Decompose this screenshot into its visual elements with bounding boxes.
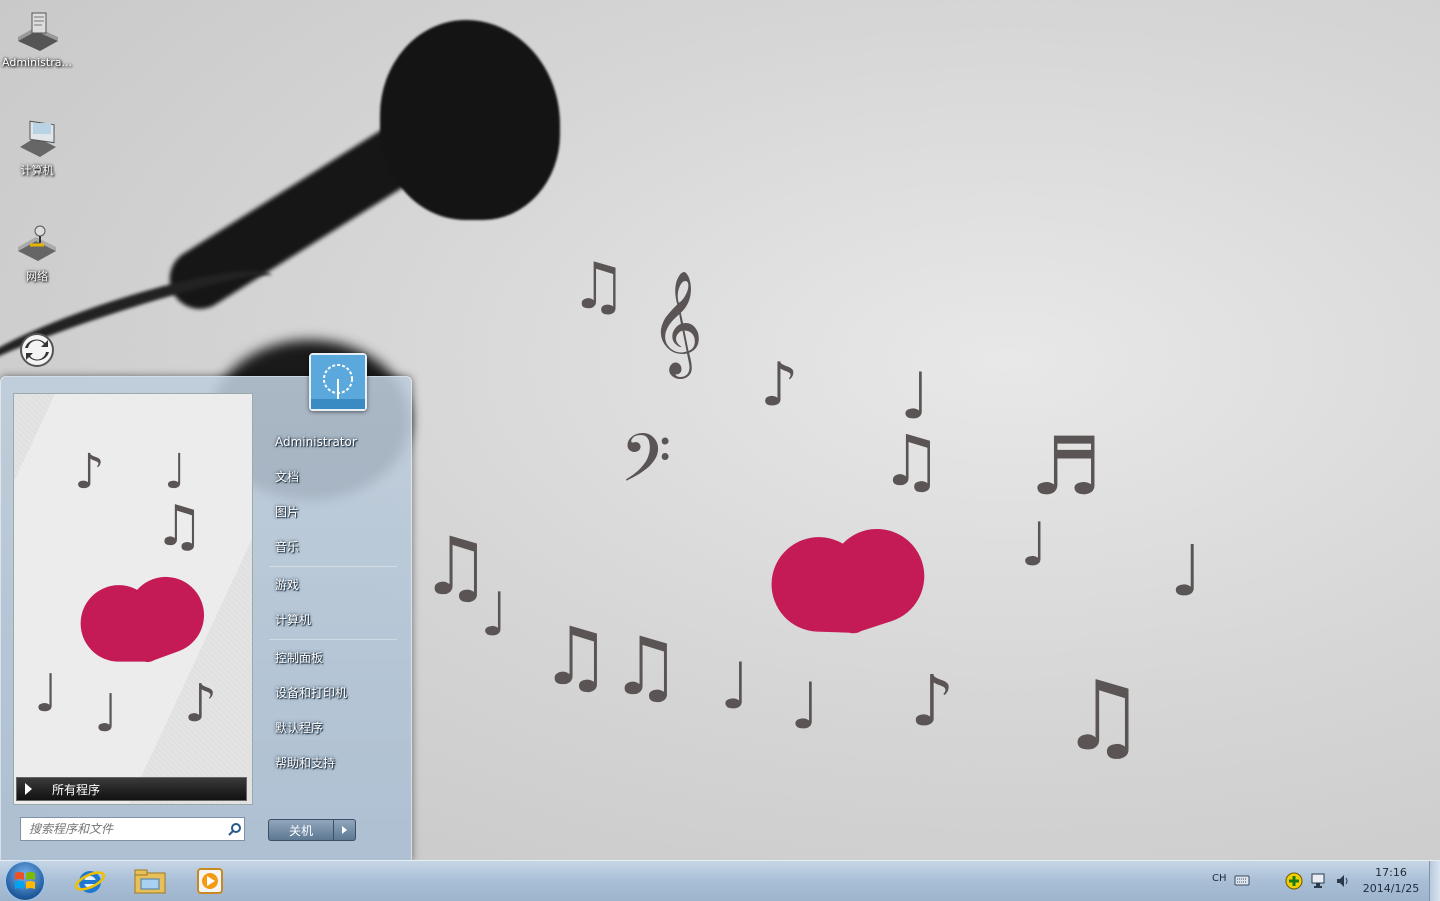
programs-pane-note: ♫	[154, 494, 205, 559]
start-menu: ♪ ♩ ♫ ♩ ♩ ♪ 所有程序 Administrator 文档 图片 音乐 …	[0, 353, 412, 861]
computer-icon	[13, 116, 61, 160]
start-item-default-programs[interactable]: 默认程序	[263, 711, 403, 746]
wallpaper-note: ♩	[720, 650, 751, 724]
arrow-right-icon	[25, 783, 32, 795]
wallpaper-note: ♪	[760, 350, 799, 420]
search-input[interactable]	[21, 821, 226, 837]
windows-logo-icon	[15, 872, 35, 889]
desktop-icon-label: 计算机	[20, 164, 54, 177]
wallpaper-note: ♫	[570, 250, 628, 324]
language-indicator[interactable]: CH	[1212, 873, 1227, 884]
sync-icon	[13, 328, 61, 372]
clock-date: 2014/1/25	[1362, 882, 1420, 895]
start-item-music[interactable]: 音乐	[263, 530, 403, 565]
start-menu-places: Administrator 文档 图片 音乐 游戏 计算机 控制面板 设备和打印…	[263, 425, 403, 781]
chevron-right-icon	[342, 826, 347, 834]
wallpaper-note: ♫	[880, 420, 943, 502]
network-icon	[13, 222, 61, 266]
programs-pane-note: ♩	[34, 664, 59, 724]
start-search-box[interactable]	[20, 817, 245, 841]
volume-icon[interactable]	[1335, 872, 1351, 894]
keyboard-icon[interactable]	[1234, 872, 1250, 891]
wallpaper-note: ♫	[610, 620, 682, 713]
wallpaper-note: ♩	[1170, 530, 1204, 612]
all-programs-button[interactable]: 所有程序	[16, 777, 247, 801]
wallpaper-note: ♫	[540, 610, 612, 703]
search-icon[interactable]	[226, 820, 244, 838]
wallpaper-note: ♩	[1020, 510, 1049, 580]
divider	[269, 566, 397, 567]
start-item-computer[interactable]: 计算机	[263, 603, 403, 638]
wallpaper-note: ♫	[1060, 660, 1147, 772]
show-desktop-button[interactable]	[1429, 861, 1440, 901]
user-picture-icon	[311, 355, 365, 409]
taskbar-explorer-button[interactable]	[124, 864, 176, 898]
start-item-help-support[interactable]: 帮助和支持	[263, 746, 403, 781]
start-item-documents[interactable]: 文档	[263, 460, 403, 495]
programs-pane-note: ♩	[164, 444, 187, 500]
clock-time: 17:16	[1375, 866, 1407, 879]
user-folder-icon	[13, 10, 61, 54]
security-shield-icon[interactable]	[1285, 872, 1303, 894]
start-item-control-panel[interactable]: 控制面板	[263, 641, 403, 676]
desktop-icon-administrator[interactable]: Administra...	[2, 10, 72, 69]
start-item-devices-printers[interactable]: 设备和打印机	[263, 676, 403, 711]
wallpaper-note: ♬	[1030, 420, 1102, 513]
shutdown-button[interactable]: 关机	[268, 819, 334, 841]
desktop-icon-label: 网络	[26, 270, 48, 283]
media-player-icon	[197, 868, 223, 894]
desktop-icon-label: Administra...	[2, 56, 72, 69]
wallpaper-note: ♩	[480, 580, 509, 650]
wallpaper-note: ♩	[790, 670, 821, 744]
programs-pane-note: ♪	[74, 444, 105, 500]
desktop-icon-computer[interactable]: 计算机	[2, 116, 72, 178]
network-status-icon[interactable]	[1310, 872, 1328, 894]
start-item-user[interactable]: Administrator	[263, 425, 403, 460]
start-item-pictures[interactable]: 图片	[263, 495, 403, 530]
start-item-games[interactable]: 游戏	[263, 568, 403, 603]
taskbar-clock[interactable]: 17:16 2014/1/25	[1356, 865, 1426, 897]
wallpaper-note: ♪	[910, 660, 955, 742]
programs-pane-note: ♩	[94, 684, 119, 744]
wallpaper-treble-clef: 𝄞	[650, 270, 704, 375]
divider	[269, 639, 397, 640]
desktop-icon-sync[interactable]	[2, 328, 72, 374]
programs-pane-note: ♪	[184, 674, 218, 734]
taskbar-ie-button[interactable]	[64, 864, 116, 898]
taskbar: CH 17:16 2014/1/25	[0, 860, 1440, 901]
programs-pane-heart-image	[75, 570, 214, 667]
file-explorer-icon	[134, 869, 166, 894]
wallpaper-bass-clef: 𝄢	[620, 420, 672, 513]
user-picture[interactable]	[309, 353, 367, 411]
start-menu-programs-pane: ♪ ♩ ♫ ♩ ♩ ♪	[13, 393, 253, 805]
shutdown-control: 关机	[268, 819, 356, 841]
all-programs-label: 所有程序	[52, 782, 101, 797]
desktop-icon-network[interactable]: 网络	[2, 222, 72, 284]
wallpaper-heart	[765, 522, 934, 638]
taskbar-media-player-button[interactable]	[184, 864, 236, 898]
start-button[interactable]	[6, 862, 44, 900]
shutdown-options-button[interactable]	[334, 819, 356, 841]
wallpaper-earbud	[380, 20, 560, 220]
internet-explorer-icon	[74, 871, 106, 893]
